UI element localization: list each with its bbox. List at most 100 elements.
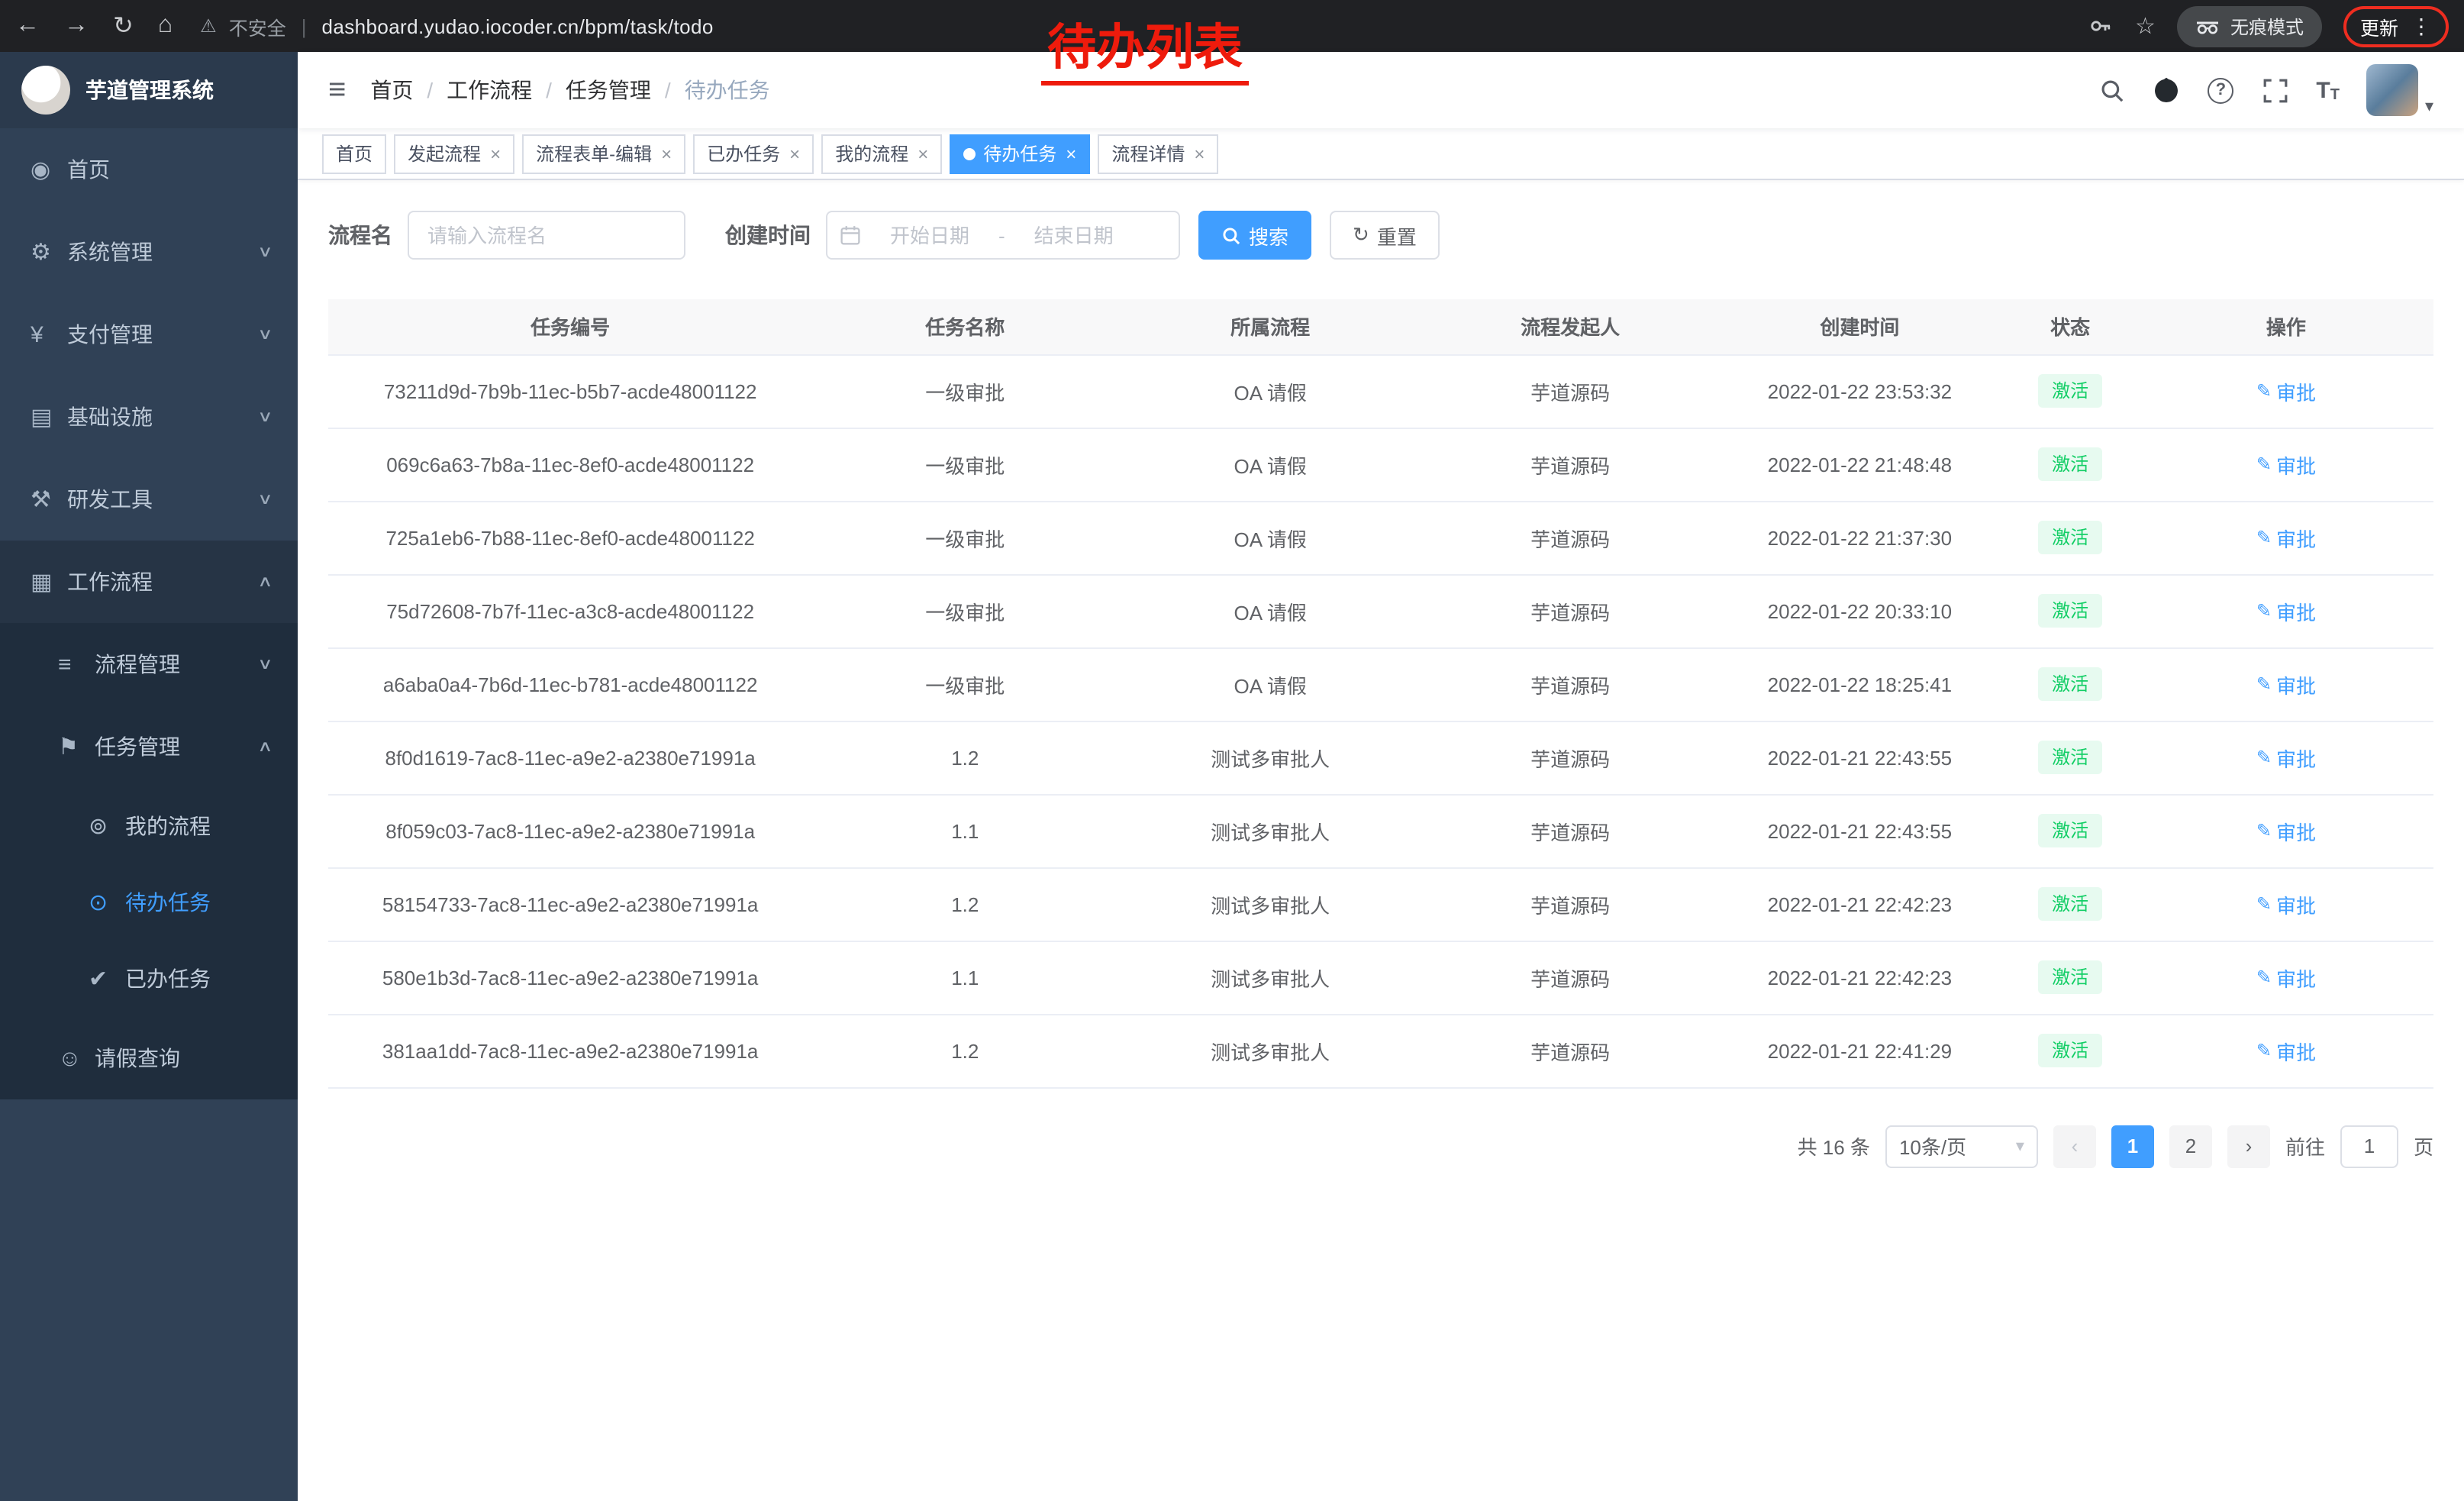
goto-page-input[interactable] [2340,1125,2398,1167]
sidebar-item-task-mgmt[interactable]: ⚑ 任务管理 ∧ [0,705,298,788]
cell-status: 激活 [2002,428,2139,501]
date-range-picker[interactable]: - [826,211,1180,260]
sidebar-item-process-mgmt[interactable]: ≡ 流程管理 ∨ [0,623,298,705]
approve-link[interactable]: ✎审批 [2256,670,2316,699]
sidebar-item-leave-query[interactable]: ☺ 请假查询 [0,1017,298,1099]
close-icon[interactable]: × [661,143,672,164]
browser-nav-buttons: ← → ↻ ⌂ [15,11,173,41]
tab-start-process[interactable]: 发起流程 × [394,134,514,173]
sidebar-item-workflow[interactable]: ▦ 工作流程 ∧ [0,541,298,623]
address-bar[interactable]: ⚠ 不安全 | dashboard.yudao.iocoder.cn/bpm/t… [200,11,714,40]
fullscreen-icon[interactable] [2261,76,2288,104]
approve-link[interactable]: ✎审批 [2256,523,2316,552]
page-size-select[interactable]: 10条/页 ▾ [1885,1125,2038,1167]
cell-status: 激活 [2002,501,2139,574]
approve-link[interactable]: ✎审批 [2256,596,2316,625]
next-page-button[interactable]: › [2227,1125,2270,1167]
breadcrumb-item[interactable]: 首页 [370,75,413,105]
start-date-input[interactable] [867,224,992,247]
breadcrumb-item[interactable]: 工作流程 [447,75,532,105]
avatar [2367,64,2419,116]
font-size-small: T [2330,86,2340,103]
hamburger-icon[interactable]: ≡ [328,73,346,108]
bookmark-star-icon[interactable]: ☆ [2135,12,2156,40]
col-process: 所属流程 [1118,299,1423,354]
tab-label: 我的流程 [835,140,908,166]
approve-link[interactable]: ✎审批 [2256,963,2316,992]
chevron-down-icon: ∨ [256,326,273,343]
page-button-2[interactable]: 2 [2169,1125,2212,1167]
cell-status: 激活 [2002,647,2139,721]
sidebar-item-home[interactable]: ◉ 首页 [0,128,298,211]
approve-link[interactable]: ✎审批 [2256,743,2316,772]
search-button[interactable]: 搜索 [1198,211,1311,260]
cell-process: 测试多审批人 [1118,794,1423,867]
chevron-down-icon: ∨ [256,491,273,508]
sidebar-item-infrastructure[interactable]: ▤ 基础设施 ∨ [0,376,298,458]
font-size-big: T [2316,77,2330,103]
tab-process-form-edit[interactable]: 流程表单-编辑 × [522,134,685,173]
close-icon[interactable]: × [789,143,800,164]
app-logo-row[interactable]: 芋道管理系统 [0,52,298,128]
tab-home[interactable]: 首页 [322,134,386,173]
tools-icon: ⚒ [31,486,67,513]
approve-link[interactable]: ✎审批 [2256,816,2316,845]
process-name-input[interactable] [408,211,685,260]
tab-my-processes[interactable]: 我的流程 × [821,134,942,173]
sidebar-item-my-processes[interactable]: ⊚ 我的流程 [0,788,298,864]
cell-status: 激活 [2002,794,2139,867]
approve-link[interactable]: ✎审批 [2256,450,2316,479]
close-icon[interactable]: × [490,143,501,164]
close-icon[interactable]: × [918,143,928,164]
edit-pencil-icon: ✎ [2256,454,2272,475]
page-button-1[interactable]: 1 [2111,1125,2154,1167]
tab-done-tasks[interactable]: 已办任务 × [693,134,814,173]
sidebar-item-payment-mgmt[interactable]: ¥ 支付管理 ∨ [0,293,298,376]
font-size-icon[interactable]: TT [2316,77,2340,103]
browser-menu-icon[interactable]: ⋮ [2411,13,2432,39]
approve-link[interactable]: ✎审批 [2256,376,2316,405]
help-icon[interactable]: ? [2208,77,2233,103]
breadcrumb-item[interactable]: 任务管理 [566,75,651,105]
home-icon[interactable]: ⌂ [158,12,173,40]
github-icon[interactable] [2153,76,2180,104]
eye-icon: ⊙ [89,889,125,916]
cell-task-name: 一级审批 [812,354,1118,428]
my-process-icon: ⊚ [89,812,125,840]
forward-icon[interactable]: → [64,12,89,40]
cell-created: 2022-01-22 21:37:30 [1717,501,2001,574]
cell-status: 激活 [2002,1014,2139,1087]
sidebar-item-label: 请假查询 [95,1043,279,1073]
cell-task-id: 580e1b3d-7ac8-11ec-a9e2-a2380e71991a [328,941,812,1014]
password-key-icon[interactable] [2086,12,2114,40]
sidebar-item-system-mgmt[interactable]: ⚙ 系统管理 ∨ [0,211,298,293]
search-icon[interactable] [2098,76,2125,104]
sidebar: 芋道管理系统 ◉ 首页 ⚙ 系统管理 ∨ ¥ 支付管理 ∨ ▤ 基础设施 ∨ [0,52,298,1501]
user-menu[interactable]: ▾ [2367,64,2433,116]
close-icon[interactable]: × [1066,143,1076,164]
sidebar-item-done-tasks[interactable]: ✔ 已办任务 [0,941,298,1017]
cell-status: 激活 [2002,721,2139,794]
sidebar-item-todo-tasks[interactable]: ⊙ 待办任务 [0,864,298,941]
cell-action: ✎审批 [2139,941,2433,1014]
edit-pencil-icon: ✎ [2256,967,2272,988]
incognito-icon [2195,17,2220,35]
tab-process-detail[interactable]: 流程详情 × [1098,134,1218,173]
cell-initiator: 芋道源码 [1423,501,1717,574]
approve-link-label: 审批 [2276,450,2316,479]
reset-button[interactable]: ↻ 重置 [1330,211,1440,260]
tab-todo-tasks[interactable]: 待办任务 × [950,134,1090,173]
filter-bar: 流程名 创建时间 - 搜索 ↻ 重置 [328,211,2433,260]
edit-pencil-icon: ✎ [2256,747,2272,768]
reload-icon[interactable]: ↻ [113,11,134,41]
close-icon[interactable]: × [1194,143,1205,164]
sidebar-item-dev-tools[interactable]: ⚒ 研发工具 ∨ [0,458,298,541]
back-icon[interactable]: ← [15,12,40,40]
incognito-label: 无痕模式 [2230,13,2304,39]
prev-page-button[interactable]: ‹ [2053,1125,2096,1167]
approve-link[interactable]: ✎审批 [2256,1036,2316,1065]
end-date-input[interactable] [1011,224,1137,247]
breadcrumb-separator: / [427,78,433,102]
approve-link[interactable]: ✎审批 [2256,889,2316,918]
update-button[interactable]: 更新 [2360,11,2398,40]
